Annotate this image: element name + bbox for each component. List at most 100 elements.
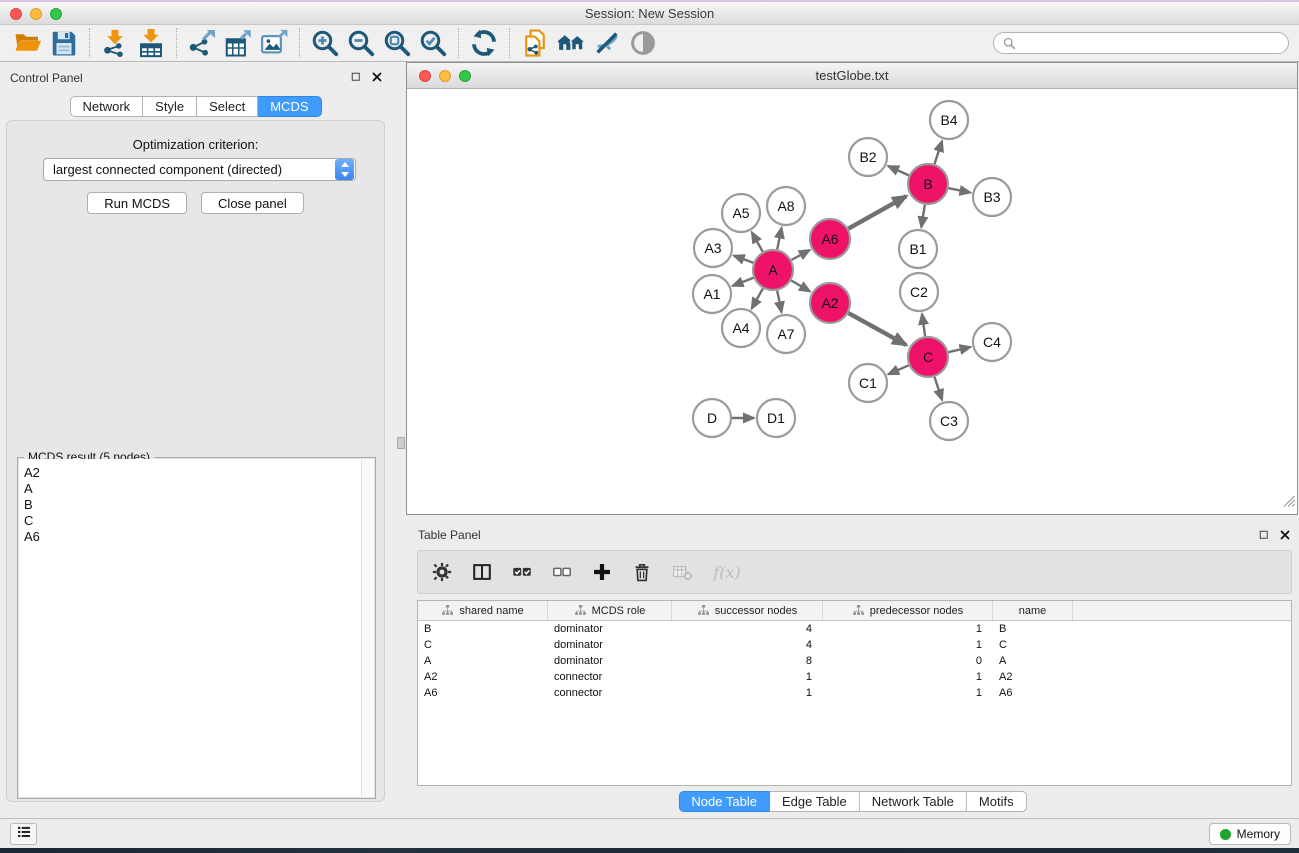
graph-node-C4[interactable]: C4: [973, 323, 1011, 361]
select-all-icon[interactable]: [510, 560, 534, 584]
network-from-selection-icon[interactable]: [517, 27, 553, 59]
edge-B-B3[interactable]: [949, 188, 971, 192]
edge-B-B2[interactable]: [888, 166, 909, 175]
graph-node-A5[interactable]: A5: [722, 194, 760, 232]
graph-node-D[interactable]: D: [693, 399, 731, 437]
column-layout-icon[interactable]: [470, 560, 494, 584]
cell-name[interactable]: B: [993, 621, 1073, 637]
result-list-scrollbar[interactable]: [361, 459, 374, 797]
cell-MCDS-role[interactable]: dominator: [548, 637, 672, 653]
graph-node-A1[interactable]: A1: [693, 275, 731, 313]
edge-A-A4[interactable]: [752, 288, 763, 308]
tab-style[interactable]: Style: [143, 96, 197, 117]
float-panel-icon[interactable]: [349, 70, 362, 83]
edge-C-C4[interactable]: [948, 347, 970, 352]
optimization-criterion-dropdown[interactable]: largest connected component (directed): [43, 158, 356, 181]
cell-predecessor-nodes[interactable]: 1: [823, 637, 993, 653]
zoom-in-icon[interactable]: [307, 27, 343, 59]
export-image-icon[interactable]: [256, 27, 292, 59]
graph-node-A2[interactable]: A2: [810, 283, 850, 323]
import-network-icon[interactable]: [97, 27, 133, 59]
column-header-successor-nodes[interactable]: successor nodes: [672, 601, 823, 620]
cell-MCDS-role[interactable]: connector: [548, 669, 672, 685]
tab-network[interactable]: Network: [69, 96, 143, 117]
column-header-predecessor-nodes[interactable]: predecessor nodes: [823, 601, 993, 620]
cell-MCDS-role[interactable]: dominator: [548, 653, 672, 669]
table-row-b[interactable]: Bdominator41B: [418, 621, 1291, 637]
result-item-a6[interactable]: A6: [19, 529, 374, 545]
column-header-MCDS-role[interactable]: MCDS role: [548, 601, 672, 620]
edge-A-A5[interactable]: [752, 232, 763, 252]
close-panel-button[interactable]: Close panel: [201, 192, 304, 214]
cell-predecessor-nodes[interactable]: 0: [823, 653, 993, 669]
cell-shared-name[interactable]: B: [418, 621, 548, 637]
edge-C-C1[interactable]: [888, 365, 909, 374]
cell-successor-nodes[interactable]: 4: [672, 621, 823, 637]
delete-column-icon[interactable]: [630, 560, 654, 584]
show-details-icon[interactable]: [625, 27, 661, 59]
close-panel-icon[interactable]: [370, 70, 383, 83]
cell-predecessor-nodes[interactable]: 1: [823, 621, 993, 637]
cell-successor-nodes[interactable]: 1: [672, 669, 823, 685]
table-row-a[interactable]: Adominator80A: [418, 653, 1291, 669]
table-row-a6[interactable]: A6connector11A6: [418, 685, 1291, 701]
cell-predecessor-nodes[interactable]: 1: [823, 669, 993, 685]
refresh-layout-icon[interactable]: [466, 27, 502, 59]
cell-shared-name[interactable]: A2: [418, 669, 548, 685]
tab-edge-table[interactable]: Edge Table: [770, 791, 860, 812]
cell-successor-nodes[interactable]: 1: [672, 685, 823, 701]
edge-C-C3[interactable]: [935, 377, 943, 400]
float-panel-icon[interactable]: [1257, 528, 1270, 541]
cell-name[interactable]: C: [993, 637, 1073, 653]
edge-C-C2[interactable]: [922, 314, 925, 336]
deselect-all-icon[interactable]: [550, 560, 574, 584]
close-panel-icon[interactable]: [1278, 528, 1291, 541]
add-column-icon[interactable]: [590, 560, 614, 584]
cell-MCDS-role[interactable]: dominator: [548, 621, 672, 637]
graph-node-A[interactable]: A: [753, 250, 793, 290]
export-table-icon[interactable]: [220, 27, 256, 59]
cell-MCDS-role[interactable]: connector: [548, 685, 672, 701]
graph-node-A6[interactable]: A6: [810, 219, 850, 259]
hide-details-icon[interactable]: [589, 27, 625, 59]
first-neighbors-icon[interactable]: [553, 27, 589, 59]
run-mcds-button[interactable]: Run MCDS: [87, 192, 187, 214]
cell-name[interactable]: A: [993, 653, 1073, 669]
graph-node-A3[interactable]: A3: [694, 229, 732, 267]
graph-node-B1[interactable]: B1: [899, 230, 937, 268]
cell-predecessor-nodes[interactable]: 1: [823, 685, 993, 701]
tab-network-table[interactable]: Network Table: [860, 791, 967, 812]
result-item-a2[interactable]: A2: [19, 465, 374, 481]
search-input[interactable]: [993, 32, 1289, 54]
tab-motifs[interactable]: Motifs: [967, 791, 1027, 812]
graph-node-B4[interactable]: B4: [930, 101, 968, 139]
cell-name[interactable]: A6: [993, 685, 1073, 701]
cell-name[interactable]: A2: [993, 669, 1073, 685]
task-history-button[interactable]: [10, 823, 37, 845]
edge-A-A8[interactable]: [777, 228, 781, 250]
resize-grip-icon[interactable]: [1281, 493, 1296, 513]
edge-B-B4[interactable]: [935, 141, 943, 164]
edge-A-A7[interactable]: [777, 291, 781, 313]
column-header-shared-name[interactable]: shared name: [418, 601, 548, 620]
memory-button[interactable]: Memory: [1209, 823, 1291, 845]
graph-node-C1[interactable]: C1: [849, 364, 887, 402]
tab-select[interactable]: Select: [197, 96, 258, 117]
graph-node-C3[interactable]: C3: [930, 402, 968, 440]
edge-A-A6[interactable]: [791, 250, 809, 260]
cell-successor-nodes[interactable]: 4: [672, 637, 823, 653]
cell-shared-name[interactable]: C: [418, 637, 548, 653]
open-session-icon[interactable]: [10, 27, 46, 59]
export-network-icon[interactable]: [184, 27, 220, 59]
mcds-result-list[interactable]: A2ABCA6: [19, 459, 374, 797]
edge-A6-B[interactable]: [848, 196, 906, 229]
graph-node-A7[interactable]: A7: [767, 315, 805, 353]
split-divider-handle[interactable]: [397, 437, 405, 449]
result-item-b[interactable]: B: [19, 497, 374, 513]
graph-node-B2[interactable]: B2: [849, 138, 887, 176]
edge-A-A3[interactable]: [734, 256, 754, 263]
settings-gear-icon[interactable]: [430, 560, 454, 584]
edge-B-B1[interactable]: [921, 205, 925, 228]
table-row-a2[interactable]: A2connector11A2: [418, 669, 1291, 685]
graph-node-C2[interactable]: C2: [900, 273, 938, 311]
